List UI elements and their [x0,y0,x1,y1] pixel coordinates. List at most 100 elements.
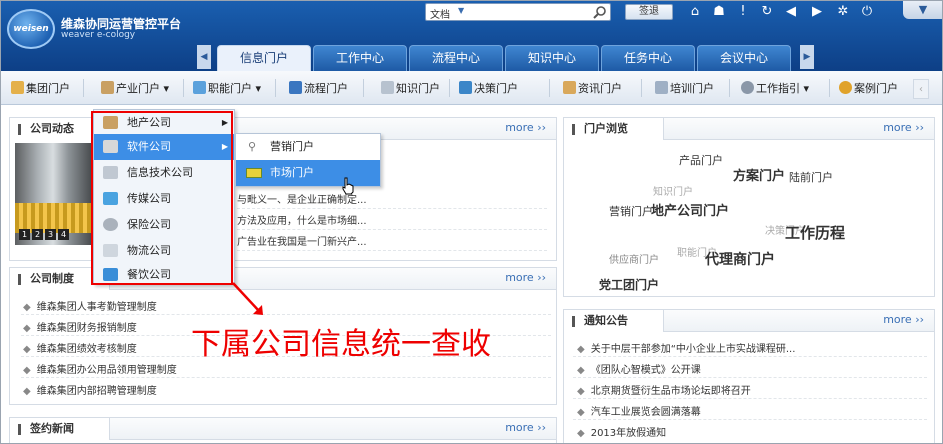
rule-label: 维森集团办公用品领用管理制度 [36,365,177,376]
tag-link[interactable]: 党工团门户 [599,276,659,293]
menu-label: 传媒公司 [127,192,171,205]
pager-1[interactable]: 1 [19,229,30,240]
menu-item-market-portal[interactable]: 市场门户 [236,160,380,186]
home-icon[interactable]: ⌂ [687,4,703,20]
subnav-workflow-portal[interactable]: 流程门户 [289,80,348,96]
tabs-prev-arrow[interactable]: ◀ [197,45,211,69]
separator [275,79,276,97]
subnav-training-portal[interactable]: 培训门户 [655,80,714,96]
tag-link[interactable]: 供应商门户 [609,251,659,266]
tab-task-center[interactable]: 任务中心 [601,45,695,71]
rule-item[interactable]: ◆ 维森集团绩效考核制度 [23,340,137,355]
subnav-case-portal[interactable]: 案例门户 [839,80,898,96]
subnav-scroll-arrow[interactable]: ‹ [913,79,929,99]
more-link[interactable]: more ›› [505,121,546,134]
panel-title: 门户浏览 [564,118,664,140]
menu-item-catering[interactable]: 餐饮公司 [94,262,234,288]
chevron-right-icon: ▶ [221,118,228,127]
sign-out-button[interactable]: 签退 [625,4,673,20]
forward-icon[interactable]: ▶ [809,4,825,20]
settings-icon[interactable]: ✲ [835,4,851,20]
tab-meeting-center[interactable]: 会议中心 [697,45,791,71]
tab-knowledge-center[interactable]: 知识中心 [505,45,599,71]
tag-link[interactable]: 营销门户 [609,203,653,219]
tabs-next-arrow[interactable]: ▶ [800,45,814,69]
news-item[interactable]: 广告业在我国是一门新兴产... [237,233,367,248]
more-link[interactable]: more ›› [505,421,546,434]
alert-icon[interactable]: ! [735,4,751,20]
search-box[interactable]: 文档 ▼ [425,3,611,21]
subnav-work-guide[interactable]: 工作指引 ▾ [741,80,809,96]
pager-4[interactable]: 4 [58,229,69,240]
subnav-news-portal[interactable]: 资讯门户 [563,80,622,96]
hand-cursor-icon [342,177,354,195]
more-link[interactable]: more ›› [883,313,924,326]
training-icon [655,81,668,94]
search-icon[interactable] [592,4,608,20]
menu-item-media[interactable]: 传媒公司 [94,186,234,212]
menu-item-insurance[interactable]: 保险公司 [94,212,234,238]
subnav-group-portal[interactable]: 集团门户 [11,80,70,96]
subnav-decision-portal[interactable]: 决策门户 [459,80,518,96]
subnav-label: 工作指引 [756,82,800,95]
back-icon[interactable]: ◀ [783,4,799,20]
tab-work-center[interactable]: 工作中心 [313,45,407,71]
wrench-icon: ⚲ [248,140,257,153]
notice-item[interactable]: ◆ 《团队心智模式》公开课 [577,361,701,376]
rule-label: 维森集团内部招聘管理制度 [36,386,157,397]
tag-link[interactable]: 地产公司门户 [651,200,729,219]
panel-header: 门户浏览 more ›› [564,118,934,140]
rule-item[interactable]: ◆ 维森集团办公用品领用管理制度 [23,361,177,376]
menu-item-logistics[interactable]: 物流公司 [94,238,234,264]
tag-link[interactable]: 产品门户 [679,152,723,168]
more-link[interactable]: more ›› [883,121,924,134]
news-item[interactable]: 方法及应用，什么是市场细... [237,212,367,227]
pager-3[interactable]: 3 [45,229,56,240]
top-header: weisen 维森协同运营管控平台 weaver e-cology 文档 ▼ 签… [1,1,942,71]
pager-2[interactable]: 2 [32,229,43,240]
tag-link[interactable]: 工作历程 [785,222,845,243]
menu-item-real-estate[interactable]: 地产公司 ▶ [94,110,234,136]
menu-item-software[interactable]: 软件公司 ▶ [94,134,234,160]
subnav-label: 决策门户 [474,82,518,95]
more-label: more [505,121,534,134]
chevron-down-icon[interactable]: ▼ [458,6,464,15]
rule-item[interactable]: ◆ 维森集团内部招聘管理制度 [23,382,157,397]
power-icon[interactable]: ⏻ [859,4,875,20]
bullet-icon: ◆ [23,386,31,397]
more-link[interactable]: more ›› [505,271,546,284]
separator [449,79,450,97]
tab-workflow-center[interactable]: 流程中心 [409,45,503,71]
tag-link[interactable]: 代理商门户 [705,249,775,269]
separator [829,79,830,97]
notice-item[interactable]: ◆ 2013年放假通知 [577,424,666,439]
tag-link[interactable]: 知识门户 [653,183,693,198]
collapse-header-button[interactable]: ▼ [903,1,942,19]
more-label: more [883,313,912,326]
menu-item-marketing-portal[interactable]: ⚲ 营销门户 [236,134,380,160]
notice-item[interactable]: ◆ 关于中层干部参加“中小企业上市实战课程研... [577,340,795,355]
menu-label: 餐饮公司 [127,268,171,281]
rule-item[interactable]: ◆ 维森集团财务报销制度 [23,319,137,334]
menu-item-it[interactable]: 信息技术公司 [94,160,234,186]
tag-link[interactable]: 方案门户 [733,165,785,184]
panel-header: 公司制度 more ›› [10,268,556,290]
user-icon[interactable]: ☗ [711,4,727,20]
search-scope-select[interactable]: 文档 [430,6,450,21]
menu-label: 保险公司 [127,218,171,231]
divider [573,356,927,357]
subnav-industry-portal[interactable]: 产业门户 ▾ [101,80,169,96]
subnav-label: 资讯门户 [578,82,622,95]
refresh-icon[interactable]: ↻ [759,4,775,20]
more-label: more [505,421,534,434]
notice-item[interactable]: ◆ 北京期货暨衍生品市场论坛即将召开 [577,382,751,397]
rule-item[interactable]: ◆ 维森集团人事考勤管理制度 [23,298,157,313]
software-icon [103,140,118,153]
subnav-knowledge-portal[interactable]: 知识门户 [381,80,440,96]
tag-link[interactable]: 陆前门户 [789,169,833,185]
notice-item[interactable]: ◆ 汽车工业展览会圆满落幕 [577,403,701,418]
subnav-label: 流程门户 [304,82,348,95]
software-submenu: ⚲ 营销门户 市场门户 [235,133,381,187]
subnav-function-portal[interactable]: 职能门户 ▾ [193,80,261,96]
tab-info-portal[interactable]: 信息门户 [217,45,311,71]
